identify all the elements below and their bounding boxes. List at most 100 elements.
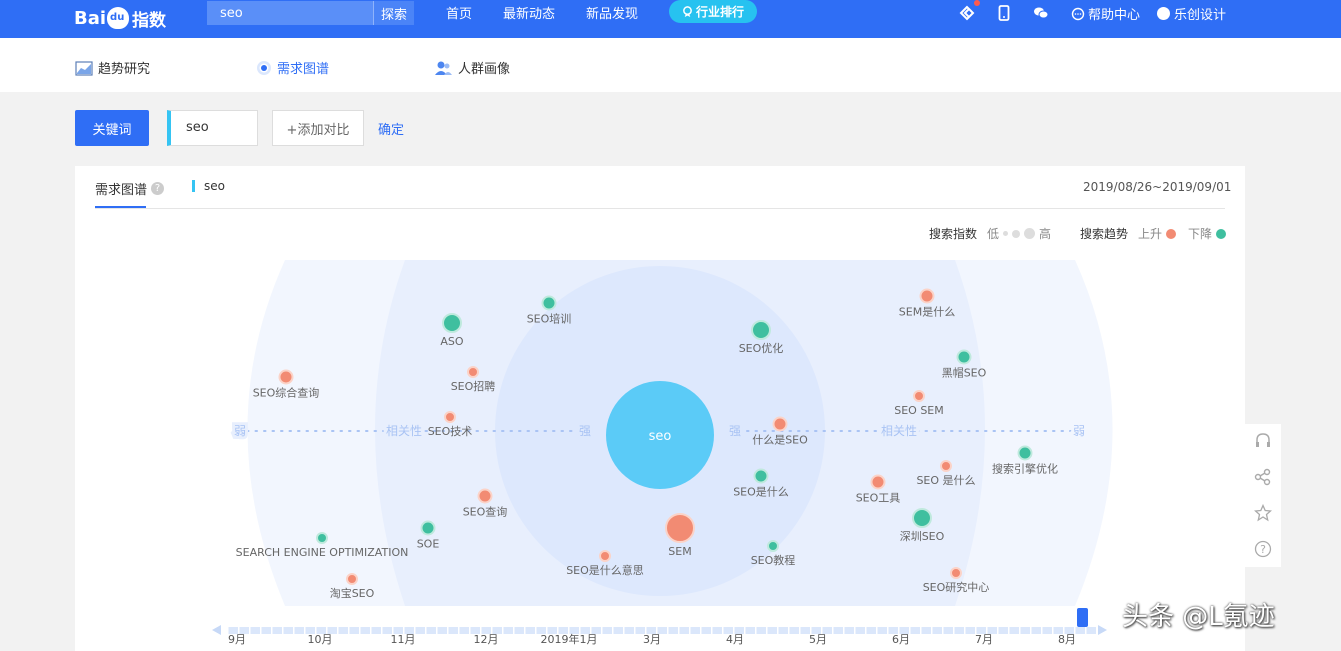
graph-node[interactable] [913, 390, 925, 402]
timeline-month-label: 12月 [474, 633, 499, 646]
wechat-icon[interactable] [1033, 5, 1049, 21]
timeline-tick [1052, 627, 1054, 634]
graph-node[interactable] [442, 313, 462, 333]
timeline-tick [1085, 627, 1087, 634]
graph-node-label: SEO SEM [894, 404, 944, 417]
graph-node[interactable] [1017, 445, 1033, 461]
graph-node[interactable] [912, 508, 932, 528]
search-button[interactable]: 探索 [373, 1, 414, 25]
graph-node-label: SEO研究中心 [923, 580, 990, 594]
graph-node[interactable] [956, 349, 972, 365]
nav-latest[interactable]: 最新动态 [503, 3, 555, 22]
timeline-tick [260, 627, 262, 634]
graph-node-label: SEO是什么 [733, 486, 789, 499]
demand-graph: 弱 相关性 强 强 相关性 弱 seo ASO SEO培训 SEO优化 SEM是什么黑帽SEO S… [212, 260, 1113, 646]
graph-node-label: 搜索引擎优化 [992, 462, 1058, 476]
graph-node[interactable] [753, 468, 769, 484]
timeline-slider[interactable]: 9月 10月 11月 12月 2019年1月 3月 4月 5月 6月 7月 8月 [212, 608, 1107, 646]
app-logo-icon[interactable] [959, 5, 975, 21]
timeline-tick [843, 627, 845, 634]
confirm-link[interactable]: 确定 [378, 119, 404, 138]
graph-node-label: 什么是SEO [752, 434, 808, 447]
timeline-tick [667, 627, 669, 634]
timeline-tick [876, 627, 878, 634]
timeline-tick [348, 627, 350, 634]
graph-node[interactable] [477, 488, 493, 504]
timeline-tick [1041, 627, 1043, 634]
help-icon[interactable]: ? [1254, 540, 1272, 558]
timeline-tick [612, 627, 614, 634]
share-icon[interactable] [1254, 468, 1272, 486]
help-center-link[interactable]: 帮助中心 [1071, 4, 1140, 23]
graph-node-label: SEO综合查询 [253, 386, 320, 400]
timeline-tick [832, 627, 834, 634]
graph-node[interactable] [665, 513, 695, 543]
keyword-input[interactable]: seo [167, 110, 258, 146]
graph-node[interactable] [751, 320, 771, 340]
mobile-icon[interactable] [996, 5, 1012, 21]
keyword-button[interactable]: 关键词 [75, 110, 149, 146]
graph-node-label: SEO是什么意思 [566, 563, 644, 577]
graph-node[interactable] [919, 288, 935, 304]
timeline-tick [722, 627, 724, 634]
graph-node[interactable] [444, 411, 456, 423]
timeline-tick [766, 627, 768, 634]
timeline-tick [304, 627, 306, 634]
baidu-index-logo[interactable]: Bai du 指数 [74, 4, 166, 32]
graph-node-label: SEO技术 [428, 425, 473, 438]
center-keyword-label: seo [649, 429, 672, 444]
graph-node[interactable] [346, 573, 358, 585]
graph-node[interactable] [950, 567, 962, 579]
timeline-tick [788, 627, 790, 634]
nav-home[interactable]: 首页 [446, 3, 472, 22]
timeline-tick [282, 627, 284, 634]
search-input[interactable] [207, 1, 373, 25]
timeline-month-label: 5月 [809, 633, 827, 646]
timeline-tick [447, 627, 449, 634]
graph-node[interactable] [767, 540, 779, 552]
graph-node[interactable] [278, 369, 294, 385]
medal-icon [683, 6, 692, 17]
timeline-tick [931, 627, 933, 634]
timeline-tick [799, 627, 801, 634]
graph-node[interactable] [940, 460, 952, 472]
nav-new-products[interactable]: 新品发现 [586, 3, 638, 22]
timeline-tick [601, 627, 603, 634]
timeline-tick [1019, 627, 1021, 634]
user-menu[interactable]: 乐创设计 [1157, 4, 1226, 23]
timeline-handle[interactable] [1077, 608, 1088, 627]
timeline-right-arrow-icon[interactable] [1098, 625, 1107, 635]
graph-node[interactable] [467, 366, 479, 378]
graph-node[interactable] [772, 416, 788, 432]
star-icon[interactable] [1254, 504, 1272, 522]
graph-node-label: ASO [440, 335, 464, 348]
graph-node-label: SEM是什么 [899, 306, 955, 319]
industry-rank-button[interactable]: 行业排行 [669, 0, 757, 23]
timeline-tick [370, 627, 372, 634]
timeline-tick [700, 627, 702, 634]
timeline-month-label: 8月 [1058, 633, 1076, 646]
tab-audience-profile[interactable]: 人群画像 [434, 58, 510, 77]
graph-node-label: SEO工具 [856, 492, 901, 505]
axis-label-3: 强 [729, 424, 741, 438]
graph-node[interactable] [541, 295, 557, 311]
timeline-tick [1008, 627, 1010, 634]
timeline-tick [964, 627, 966, 634]
timeline-tick [502, 627, 504, 634]
timeline-left-arrow-icon[interactable] [212, 625, 221, 635]
graph-node-label: SEO 是什么 [916, 474, 975, 487]
watermark: 头条 @L氪迹 [1122, 602, 1275, 632]
timeline-tick [623, 627, 625, 634]
graph-node[interactable] [870, 474, 886, 490]
graph-node[interactable] [420, 520, 436, 536]
graph-node[interactable] [316, 532, 328, 544]
timeline-track[interactable] [227, 627, 1097, 634]
side-toolbar: ? [1245, 424, 1281, 567]
tab-demand-graph[interactable]: 需求图谱 [256, 58, 329, 77]
add-compare-button[interactable]: +添加对比 [272, 110, 364, 146]
tab-trend-research[interactable]: 趋势研究 [75, 58, 150, 77]
headset-icon[interactable] [1254, 432, 1272, 450]
graph-node[interactable] [599, 550, 611, 562]
page-tab-strip: 趋势研究 需求图谱 人群画像 [0, 38, 1341, 92]
axis-label-5: 弱 [1073, 424, 1085, 438]
